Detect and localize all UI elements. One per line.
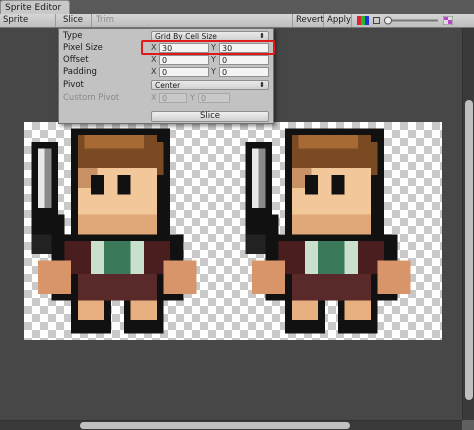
type-label: Type	[63, 31, 83, 41]
trim-button[interactable]: Trim	[93, 14, 117, 27]
window-title-bar	[70, 0, 474, 14]
padding-label: Padding	[63, 67, 97, 77]
offset-x-label: X	[151, 55, 157, 64]
custom-pivot-x-field: 0	[159, 93, 187, 103]
offset-y-label: Y	[211, 55, 216, 64]
toolbar: Sprite Editor ▾ Slice ▾ Trim Revert Appl…	[0, 14, 474, 38]
color-channel-icon[interactable]	[357, 16, 369, 25]
custom-pivot-label: Custom Pivot	[63, 93, 120, 103]
character-sprite-right	[245, 128, 411, 334]
dropdown-arrows-icon: ⬍	[259, 81, 265, 89]
slice-button[interactable]: Slice	[151, 111, 269, 122]
padding-y-field[interactable]: 0	[219, 67, 269, 77]
slice-menu-label: Slice	[63, 15, 84, 25]
horizontal-scrollbar[interactable]	[0, 420, 462, 430]
padding-x-label: X	[151, 67, 157, 76]
sprite-editor-tab[interactable]: Sprite Editor	[0, 0, 70, 14]
apply-button[interactable]: Apply	[324, 14, 352, 27]
zoom-large-icon	[442, 15, 454, 26]
pivot-label: Pivot	[63, 80, 84, 90]
padding-y-label: Y	[211, 67, 216, 76]
horizontal-scroll-thumb[interactable]	[80, 422, 350, 429]
slice-menu-button[interactable]: Slice ▾	[60, 14, 92, 38]
zoom-small-icon	[373, 17, 380, 24]
sprite-sheet	[24, 122, 442, 340]
pivot-value: Center	[155, 81, 181, 90]
custom-pivot-y-field: 0	[198, 93, 230, 103]
revert-button[interactable]: Revert	[292, 14, 324, 27]
offset-label: Offset	[63, 55, 89, 65]
custom-pivot-y-label: Y	[190, 93, 195, 102]
custom-pivot-x-label: X	[151, 93, 157, 102]
padding-x-field[interactable]: 0	[159, 67, 209, 77]
window-title: Sprite Editor	[5, 3, 62, 13]
vertical-scrollbar[interactable]	[462, 28, 474, 420]
vertical-scroll-thumb[interactable]	[465, 100, 473, 400]
zoom-slider[interactable]	[382, 14, 440, 27]
pivot-dropdown[interactable]: Center ⬍	[151, 80, 269, 90]
pixel-size-label: Pixel Size	[63, 43, 103, 53]
offset-y-field[interactable]: 0	[219, 55, 269, 65]
offset-x-field[interactable]: 0	[159, 55, 209, 65]
editor-mode-dropdown[interactable]: Sprite Editor ▾	[0, 14, 56, 38]
pixel-size-highlight-box	[141, 40, 275, 55]
character-sprite-left	[31, 128, 197, 334]
